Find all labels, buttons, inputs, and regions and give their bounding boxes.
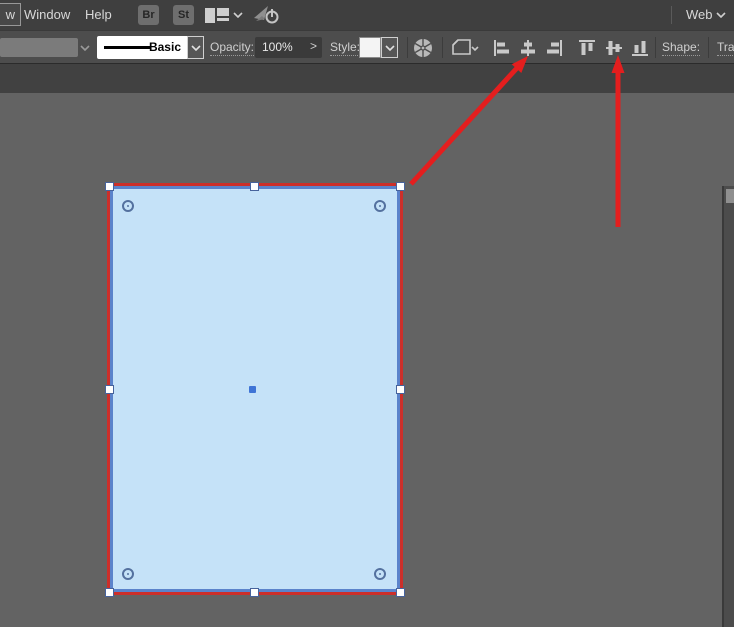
- vertical-align-top-button[interactable]: [576, 37, 598, 58]
- recolor-artwork-button[interactable]: [411, 36, 435, 59]
- brush-stroke-preview: [104, 46, 151, 49]
- arrange-documents-button[interactable]: [205, 8, 229, 24]
- menubar-separator: [671, 6, 672, 24]
- corner-widget-bottom-left[interactable]: [122, 568, 134, 580]
- vertical-align-bottom-icon: [631, 39, 649, 57]
- brush-definition-dropdown[interactable]: Basic: [97, 36, 187, 59]
- style-swatch[interactable]: [359, 37, 381, 58]
- horizontal-align-left-icon: [493, 39, 511, 57]
- selection-handle-top-center[interactable]: [250, 182, 259, 191]
- vertical-align-center-button[interactable]: [603, 37, 625, 58]
- stock-button[interactable]: St: [173, 5, 194, 25]
- workspace-chevron[interactable]: [716, 12, 726, 20]
- gpu-performance-button[interactable]: [253, 5, 281, 25]
- center-anchor[interactable]: [249, 386, 256, 393]
- dock-handle[interactable]: [726, 189, 734, 203]
- bridge-button[interactable]: Br: [138, 5, 159, 25]
- vertical-align-top-icon: [578, 39, 596, 57]
- shape-label[interactable]: Shape:: [662, 40, 701, 56]
- chevron-down-icon: [716, 12, 726, 18]
- document-setup-icon: [450, 38, 480, 58]
- controlbar-separator: [407, 37, 408, 58]
- arrange-documents-chevron[interactable]: [233, 12, 243, 20]
- transform-label[interactable]: Tra: [717, 40, 734, 56]
- document-setup-button[interactable]: [447, 36, 483, 59]
- opacity-value[interactable]: 100%: [262, 40, 293, 54]
- selection-handle-bottom-right[interactable]: [396, 588, 405, 597]
- control-bar: Basic Opacity: 100% > Style: Shape: Tra: [0, 30, 734, 63]
- menu-view-partial[interactable]: w: [0, 3, 21, 26]
- menu-window[interactable]: Window: [24, 0, 70, 30]
- vertical-align-bottom-button[interactable]: [629, 37, 651, 58]
- brush-name-label: Basic: [148, 40, 181, 54]
- chevron-down-icon: [233, 12, 243, 18]
- arrange-documents-icon: [205, 8, 229, 23]
- document-tab-strip: [0, 63, 734, 93]
- horizontal-align-left-button[interactable]: [491, 37, 513, 58]
- selection-handle-top-left[interactable]: [105, 182, 114, 191]
- opacity-expand-button[interactable]: >: [310, 39, 317, 53]
- illustrator-window: w Window Help Br St Web Basic Opacity: 1…: [0, 0, 734, 627]
- controlbar-separator: [708, 37, 709, 58]
- stroke-weight-chevron[interactable]: [80, 45, 90, 51]
- selection-handle-bottom-left[interactable]: [105, 588, 114, 597]
- style-label[interactable]: Style:: [330, 40, 361, 56]
- horizontal-align-right-icon: [545, 39, 563, 57]
- opacity-label[interactable]: Opacity:: [210, 40, 255, 56]
- menu-help[interactable]: Help: [85, 0, 112, 30]
- selection-handle-middle-right[interactable]: [396, 385, 405, 394]
- corner-widget-top-left[interactable]: [122, 200, 134, 212]
- selection-handle-top-right[interactable]: [396, 182, 405, 191]
- stroke-weight-field[interactable]: [0, 38, 78, 57]
- horizontal-align-right-button[interactable]: [543, 37, 565, 58]
- recolor-artwork-wheel-icon: [412, 37, 434, 59]
- workspace-switcher[interactable]: Web: [686, 0, 713, 30]
- horizontal-align-center-button[interactable]: [517, 37, 539, 58]
- selection-handle-bottom-center[interactable]: [250, 588, 259, 597]
- style-dropdown-button[interactable]: [381, 37, 398, 58]
- selection-handle-middle-left[interactable]: [105, 385, 114, 394]
- gpu-performance-rocket-icon: [253, 5, 281, 25]
- brush-dropdown-button[interactable]: [187, 36, 204, 59]
- corner-widget-top-right[interactable]: [374, 200, 386, 212]
- horizontal-align-center-icon: [519, 39, 537, 57]
- corner-widget-bottom-right[interactable]: [374, 568, 386, 580]
- panel-dock-edge[interactable]: [724, 186, 734, 627]
- vertical-align-center-icon: [605, 39, 623, 57]
- controlbar-separator: [442, 37, 443, 58]
- controlbar-separator: [655, 37, 656, 58]
- menu-bar: w Window Help Br St Web: [0, 0, 734, 30]
- opacity-input[interactable]: 100% >: [255, 37, 322, 58]
